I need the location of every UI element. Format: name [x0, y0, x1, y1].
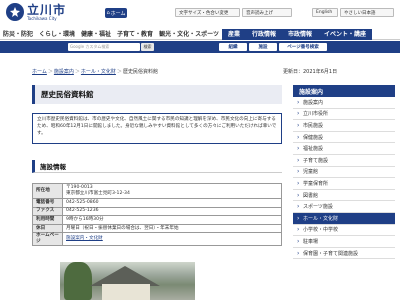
org-search-button[interactable]: 組織 — [219, 43, 247, 51]
page-number-search-button[interactable]: ページ番号検索 — [279, 43, 327, 51]
table-row: 利用時間 9時から16時30分 — [32, 215, 282, 225]
sidebar-item-welfare[interactable]: 福祉施設 — [293, 143, 395, 155]
gnav-city-info[interactable]: 市政情報 — [281, 28, 318, 40]
site-logo[interactable]: 立川市 Tachikawa City — [6, 3, 66, 21]
gnav-disaster[interactable]: 防災・防犯 — [0, 29, 36, 40]
sidebar-item-afterschool[interactable]: 学童保育所 — [293, 178, 395, 190]
museum-photo — [60, 262, 195, 300]
gnav-tourism[interactable]: 観光・文化・スポーツ — [156, 29, 222, 40]
sidebar-item-citizen[interactable]: 市民施設 — [293, 120, 395, 132]
fax-value: 042-525-1236 — [62, 206, 282, 217]
gnav-living[interactable]: くらし・環境 — [36, 29, 78, 40]
sidebar-item-library[interactable]: 図書館 — [293, 190, 395, 202]
sidebar-item-childrens-hall[interactable]: 児童館 — [293, 167, 395, 179]
phone-value: 042-525-0860 — [62, 198, 282, 208]
sidebar-heading: 施設案内 — [293, 85, 395, 97]
english-button[interactable]: English — [312, 8, 338, 17]
home-button[interactable]: ⌂ ホーム — [105, 8, 127, 18]
sidebar-item-city-hall[interactable]: 立川市役所 — [293, 109, 395, 121]
holiday-value: 月曜日（祝日・振替休業日の場合は、翌日）・年末年始 — [62, 223, 282, 234]
gnav-admin[interactable]: 行政情報 — [245, 28, 282, 40]
search-input[interactable]: Google カスタム検索 — [68, 43, 140, 51]
table-row: ホームページ 施設案内・文化財 — [32, 232, 282, 247]
gnav-childcare[interactable]: 子育て・教育 — [114, 29, 156, 40]
hours-value: 9時から16時30分 — [62, 215, 282, 225]
sidebar-item-sports[interactable]: スポーツ施設 — [293, 201, 395, 213]
breadcrumb: ホーム＞施設案内＞ホール・文化財＞歴史民俗資料館 — [32, 69, 158, 75]
logo-name-en: Tachikawa City — [27, 15, 57, 21]
table-row: 電話番号 042-525-0860 — [32, 198, 282, 208]
easy-japanese-button[interactable]: やさしい日本語 — [340, 8, 394, 17]
facility-info-table: 所在地 〒190-0013 東京都立川市富士見町3-12-34 電話番号 042… — [32, 183, 282, 247]
update-date: 更新日：2021年6月1日 — [283, 69, 338, 75]
breadcrumb-hall[interactable]: ホール・文化財 — [81, 69, 116, 75]
breadcrumb-facilities[interactable]: 施設案内 — [54, 69, 74, 75]
row-label: 休日 — [32, 223, 63, 234]
home-icon: ⌂ — [106, 10, 110, 16]
sidebar-item-facilities[interactable]: 施設案内 — [293, 97, 395, 109]
sidebar-item-nursery[interactable]: 保育園・子育て関連施設 — [293, 248, 395, 260]
homepage-link[interactable]: 施設案内・文化財 — [66, 236, 103, 241]
row-label: 利用時間 — [32, 215, 63, 225]
gnav-industry[interactable]: 産業 — [221, 28, 246, 40]
address-value: 〒190-0013 東京都立川市富士見町3-12-34 — [62, 183, 282, 199]
row-label: 電話番号 — [32, 198, 63, 208]
row-label: ファクス — [32, 206, 63, 217]
table-row: 所在地 〒190-0013 東京都立川市富士見町3-12-34 — [32, 183, 282, 199]
section-title: 施設情報 — [32, 160, 282, 173]
site-header: 立川市 Tachikawa City ⌂ ホーム 文字サイズ・色合い変更 音声読… — [0, 0, 400, 27]
voice-reading-button[interactable]: 音声読み上げ — [242, 8, 292, 17]
breadcrumb-current: 歴史民俗資料館 — [122, 69, 158, 75]
gnav-events[interactable]: イベント・講座 — [318, 28, 373, 40]
sidebar-item-hall[interactable]: ホール・文化財 — [293, 212, 395, 225]
page-title: 歴史民俗資料館 — [32, 85, 282, 104]
sidebar-item-health[interactable]: 保健施設 — [293, 132, 395, 144]
gnav-health[interactable]: 健康・福祉 — [78, 29, 114, 40]
city-emblem-icon — [6, 3, 24, 21]
breadcrumb-home[interactable]: ホーム — [32, 69, 47, 75]
table-row: ファクス 042-525-1236 — [32, 206, 282, 217]
row-label: 所在地 — [32, 183, 63, 199]
sidebar-item-schools[interactable]: 小学校・中学校 — [293, 225, 395, 237]
table-row: 休日 月曜日（祝日・振替休業日の場合は、翌日）・年末年始 — [32, 223, 282, 234]
search-button[interactable]: 検索 — [141, 43, 154, 51]
sidebar-item-childcare[interactable]: 子育て施設 — [293, 155, 395, 167]
text-size-color-button[interactable]: 文字サイズ・色合い変更 — [175, 8, 240, 17]
sidebar: 施設案内 施設案内 立川市役所 市民施設 保健施設 福祉施設 子育て施設 児童館… — [293, 85, 395, 260]
facility-search-button[interactable]: 施設 — [249, 43, 277, 51]
row-label: ホームページ — [32, 232, 63, 247]
search-bar: Google カスタム検索 検索 組織 施設 ページ番号検索 — [0, 41, 400, 53]
homepage-value: 施設案内・文化財 — [62, 232, 282, 247]
logo-name: 立川市 — [27, 2, 67, 17]
intro-text: 立川市歴史民俗資料館は、市の歴史や文化、自然風土に関する市民の知識と理解を深め、… — [32, 113, 282, 144]
sidebar-item-parking[interactable]: 駐車場 — [293, 236, 395, 248]
global-nav: 防災・防犯 くらし・環境 健康・福祉 子育て・教育 観光・文化・スポーツ 産業 … — [0, 28, 400, 40]
